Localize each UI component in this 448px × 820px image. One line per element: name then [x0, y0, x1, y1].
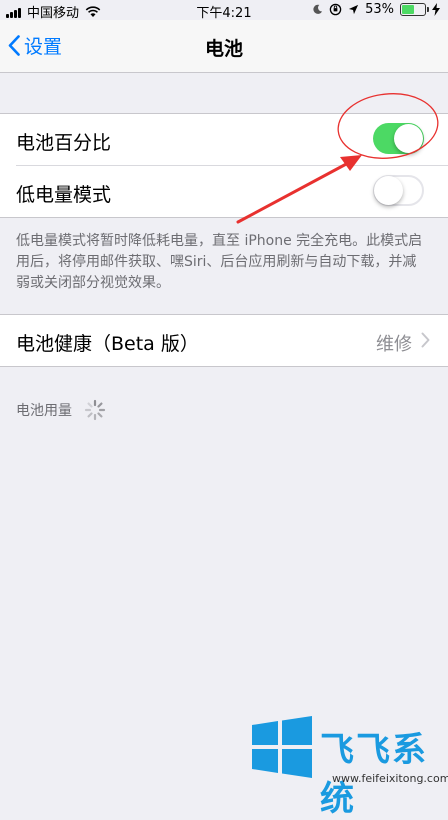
- watermark-url: www.feifeixitong.com: [332, 772, 448, 785]
- windows-logo-icon: [252, 716, 312, 778]
- annotation-arrow-line: [236, 160, 352, 224]
- watermark-brand: 飞飞系统: [320, 730, 428, 819]
- annotation-overlay: [236, 93, 439, 224]
- annotation-arrowhead: [340, 155, 362, 171]
- highlight-ellipse: [337, 93, 439, 159]
